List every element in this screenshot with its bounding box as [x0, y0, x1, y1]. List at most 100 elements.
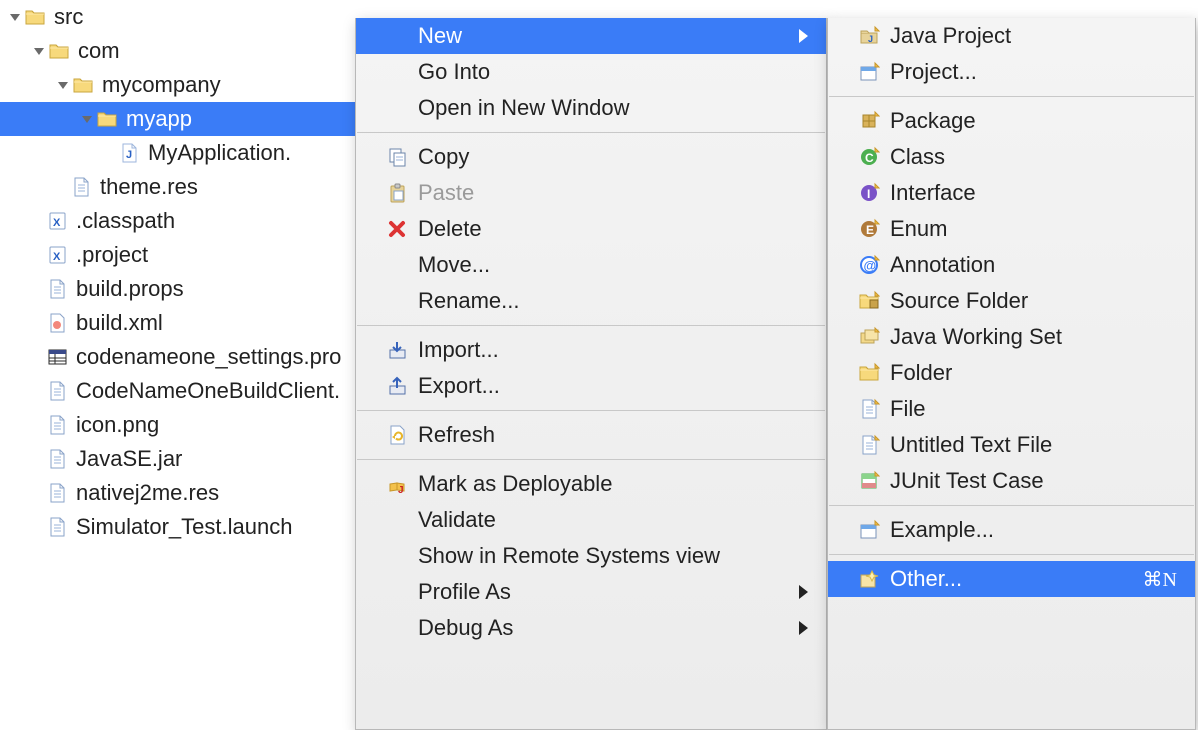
tree-row[interactable]: JavaSE.jar [0, 442, 360, 476]
menu-item[interactable]: Interface [828, 175, 1195, 211]
source-folder-icon [858, 290, 880, 312]
folder-plain-icon [24, 6, 46, 28]
file-icon [46, 448, 68, 470]
icon-spacer [386, 25, 408, 47]
other-icon [858, 568, 880, 590]
menu-item[interactable]: Annotation [828, 247, 1195, 283]
icon-spacer [386, 254, 408, 276]
menu-item-label: Debug As [418, 615, 799, 641]
menu-item[interactable]: Source Folder [828, 283, 1195, 319]
menu-item-label: Profile As [418, 579, 799, 605]
menu-item-label: Class [890, 144, 1177, 170]
menu-item[interactable]: New [356, 18, 826, 54]
disclosure-triangle-icon[interactable] [32, 44, 46, 58]
tree-item-label: MyApplication. [144, 140, 291, 166]
menu-item-label: Delete [418, 216, 808, 242]
menu-item-label: Java Working Set [890, 324, 1177, 350]
folder-plain-icon [96, 108, 118, 130]
tree-row[interactable]: icon.png [0, 408, 360, 442]
menu-item-label: Validate [418, 507, 808, 533]
tree-item-label: nativej2me.res [72, 480, 219, 506]
menu-item[interactable]: Rename... [356, 283, 826, 319]
project-icon [858, 61, 880, 83]
menu-item[interactable]: Folder [828, 355, 1195, 391]
menu-item[interactable]: Go Into [356, 54, 826, 90]
menu-item-label: Annotation [890, 252, 1177, 278]
props-file-icon [46, 346, 68, 368]
menu-item[interactable]: JUnit Test Case [828, 463, 1195, 499]
tree-item-label: codenameone_settings.pro [72, 344, 341, 370]
menu-item[interactable]: Project... [828, 54, 1195, 90]
menu-separator [829, 554, 1194, 555]
tree-row[interactable]: build.props [0, 272, 360, 306]
submenu-arrow-icon [799, 29, 808, 43]
tree-row[interactable]: .project [0, 238, 360, 272]
disclosure-triangle-icon[interactable] [56, 78, 70, 92]
tree-row[interactable]: nativej2me.res [0, 476, 360, 510]
menu-item[interactable]: Package [828, 103, 1195, 139]
menu-item[interactable]: Java Working Set [828, 319, 1195, 355]
delete-icon [386, 218, 408, 240]
tree-row[interactable]: build.xml [0, 306, 360, 340]
menu-item[interactable]: Class [828, 139, 1195, 175]
tree-item-label: myapp [122, 106, 192, 132]
tree-row[interactable]: myapp [0, 102, 360, 136]
menu-item[interactable]: Untitled Text File [828, 427, 1195, 463]
menu-item[interactable]: Java Project [828, 18, 1195, 54]
disclosure-triangle-icon[interactable] [8, 10, 22, 24]
menu-item[interactable]: Show in Remote Systems view [356, 538, 826, 574]
menu-item[interactable]: Move... [356, 247, 826, 283]
menu-item-label: Java Project [890, 23, 1177, 49]
tree-item-label: src [50, 4, 83, 30]
tree-row[interactable]: Simulator_Test.launch [0, 510, 360, 544]
icon-spacer [386, 61, 408, 83]
tree-item-label: mycompany [98, 72, 221, 98]
tree-row[interactable]: theme.res [0, 170, 360, 204]
tree-row[interactable]: MyApplication. [0, 136, 360, 170]
menu-item[interactable]: Open in New Window [356, 90, 826, 126]
ant-file-icon [46, 312, 68, 334]
tree-item-label: CodeNameOneBuildClient. [72, 378, 340, 404]
java-project-icon [858, 25, 880, 47]
menu-item[interactable]: Import... [356, 332, 826, 368]
menu-item[interactable]: Copy [356, 139, 826, 175]
menu-item[interactable]: Validate [356, 502, 826, 538]
menu-item-label: Interface [890, 180, 1177, 206]
tree-item-label: theme.res [96, 174, 198, 200]
menu-item[interactable]: Debug As [356, 610, 826, 646]
copy-icon [386, 146, 408, 168]
enum-icon [858, 218, 880, 240]
context-menu: NewGo IntoOpen in New Window CopyPaste Del… [355, 18, 827, 730]
tree-row[interactable]: .classpath [0, 204, 360, 238]
tree-row[interactable]: CodeNameOneBuildClient. [0, 374, 360, 408]
x-file-icon [46, 210, 68, 232]
menu-item[interactable]: Other...⌘N [828, 561, 1195, 597]
tree-row[interactable]: mycompany [0, 68, 360, 102]
menu-item-label: Import... [418, 337, 808, 363]
menu-item[interactable]: Profile As [356, 574, 826, 610]
export-icon [386, 375, 408, 397]
menu-item[interactable]: Enum [828, 211, 1195, 247]
file-icon [858, 398, 880, 420]
menu-item[interactable]: Mark as Deployable [356, 466, 826, 502]
menu-item[interactable]: Example... [828, 512, 1195, 548]
menu-item[interactable]: File [828, 391, 1195, 427]
tree-row[interactable]: src [0, 0, 360, 34]
deploy-icon [386, 473, 408, 495]
submenu-arrow-icon [799, 585, 808, 599]
menu-item-label: JUnit Test Case [890, 468, 1177, 494]
tree-row[interactable]: com [0, 34, 360, 68]
submenu-arrow-icon [799, 621, 808, 635]
annotation-icon [858, 254, 880, 276]
menu-item[interactable]: Export... [356, 368, 826, 404]
file-icon [46, 414, 68, 436]
project-tree: src com mycompany myapp MyApplication. theme.… [0, 0, 360, 544]
tree-row[interactable]: codenameone_settings.pro [0, 340, 360, 374]
menu-item[interactable]: Delete [356, 211, 826, 247]
menu-item[interactable]: Refresh [356, 417, 826, 453]
menu-separator [357, 325, 825, 326]
disclosure-triangle-icon[interactable] [80, 112, 94, 126]
menu-item: Paste [356, 175, 826, 211]
icon-spacer [386, 290, 408, 312]
icon-spacer [386, 509, 408, 531]
